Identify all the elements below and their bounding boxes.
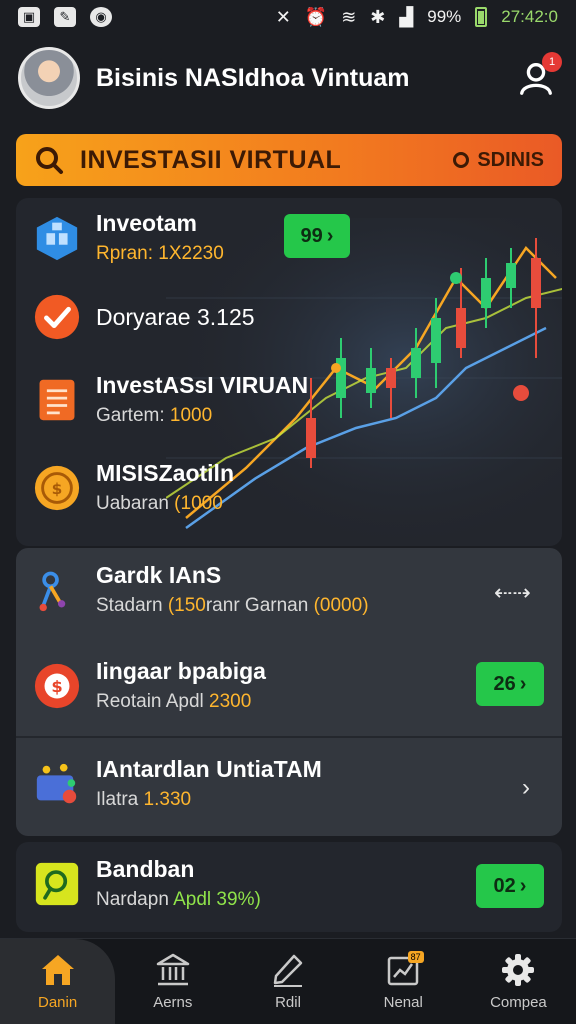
check-circle-icon [32, 292, 82, 342]
tools-icon [32, 565, 82, 615]
activity-card: Gardk IAnS Stadarn (150ranr Garnan (0000… [16, 548, 562, 836]
item-title: Bandban [96, 856, 195, 882]
item-title: Doryarae 3.125 [96, 303, 255, 330]
document-icon [32, 375, 82, 425]
bank-icon [156, 953, 190, 986]
nav-label: Compea [490, 994, 547, 1011]
coin-icon: $ [32, 463, 82, 513]
profile-button[interactable]: 1 [514, 52, 562, 100]
money-gear-icon: $ [32, 661, 82, 711]
svg-text:$: $ [51, 676, 62, 695]
item-subtitle: Reotain Apdl 2300 [96, 691, 252, 712]
list-item[interactable]: Gardk IAnS Stadarn (150ranr Garnan (0000… [16, 562, 562, 617]
divider [16, 736, 562, 738]
item-subtitle: Rpran: 1X2230 [96, 243, 224, 264]
item-title: IAntardlan UntiaTAM [96, 756, 322, 782]
notification-badge: 1 [542, 52, 562, 72]
filter-icon [453, 152, 470, 168]
gear-icon [502, 954, 535, 986]
nav-item-nenal[interactable]: 87 Nenal [346, 939, 461, 1024]
nav-item-rdil[interactable]: Rdil [230, 939, 345, 1024]
status-left-icons: ▣ ✎ ◉ [18, 7, 112, 27]
search-banner[interactable]: INVESTASII VIRTUAL SDINIS [16, 134, 562, 186]
list-item[interactable]: Doryarae 3.125 [16, 292, 562, 342]
item-subtitle: Gartem: 1000 [96, 405, 213, 426]
nav-item-aerns[interactable]: Aerns [115, 939, 230, 1024]
nfc-icon: ✕ [275, 6, 291, 27]
pen-icon [273, 954, 303, 987]
vibrate-icon: ✱ [370, 6, 386, 27]
value-pill-button[interactable]: 26 › [476, 662, 544, 706]
battery-percent: 99% [427, 7, 462, 26]
wallet-icon [32, 759, 82, 809]
investment-card: Inveotam Rpran: 1X2230 99 › Doryarae 3.12… [16, 198, 562, 546]
wifi-icon: ≋ [341, 6, 357, 27]
nav-label: Danin [38, 994, 78, 1011]
bottom-nav: Danin Aerns Rdil 87 Nenal Compea [0, 938, 576, 1024]
list-item[interactable]: IAntardlan UntiaTAM Ilatra 1.330 [16, 756, 562, 811]
item-title: Gardk IAnS [96, 562, 222, 588]
chevron-right-icon: › [519, 672, 527, 695]
status-time: 27:42:0 [501, 7, 558, 26]
list-item[interactable]: InvestASsI VIRUAN Gartem: 1000 [16, 372, 562, 427]
item-title: MISISZaotiln [96, 460, 234, 486]
value-pill-button[interactable]: 99 › [284, 214, 350, 258]
chevron-right-icon: › [326, 224, 334, 247]
battery-icon [475, 7, 488, 27]
banner-right-label: SDINIS [477, 148, 544, 171]
nav-item-home[interactable]: Danin [0, 939, 116, 1024]
app-header: Bisinis NASIdhoa Vintuam 1 [0, 40, 576, 116]
nav-label: Aerns [153, 994, 193, 1011]
nav-item-compea[interactable]: Compea [461, 939, 576, 1024]
avatar[interactable] [18, 47, 80, 109]
alarm-icon: ⏰ [304, 6, 328, 27]
banner-filter[interactable]: SDINIS [453, 149, 544, 172]
chevron-right-icon[interactable]: › [522, 774, 530, 802]
item-title: InvestASsI VIRUAN [96, 372, 309, 398]
blocks-icon [32, 213, 82, 263]
nav-label: Rdil [275, 994, 301, 1011]
search-icon [36, 147, 63, 174]
location-pin-icon [32, 859, 82, 909]
summary-card: Bandban Nardapn Apdl 39%) 02 › [16, 842, 562, 932]
item-subtitle: Stadarn (150ranr Garnan (0000) [96, 595, 369, 616]
banner-title: INVESTASII VIRTUAL [80, 145, 342, 174]
chevron-right-icon: › [519, 874, 527, 897]
value-pill-button[interactable]: 02 › [476, 864, 544, 908]
home-icon [41, 955, 74, 985]
svg-text:$: $ [52, 479, 63, 497]
swap-arrows-icon[interactable]: ⇠⇢ [494, 580, 531, 606]
nav-badge: 87 [407, 951, 424, 963]
nav-label: Nenal [383, 994, 423, 1011]
item-title: Iingaar bpabiga [96, 658, 266, 684]
item-subtitle: Ilatra 1.330 [96, 789, 192, 810]
messenger-icon: ◉ [90, 7, 112, 27]
list-item[interactable]: $ MISISZaotiln Uabaran (1000 [16, 460, 562, 515]
status-right-icons: ✕ ⏰ ≋ ✱ ▟ 99% 27:42:0 [276, 7, 558, 28]
signal-icon: ▟ [399, 6, 414, 27]
edit-app-icon: ✎ [54, 7, 76, 27]
status-bar: ▣ ✎ ◉ ✕ ⏰ ≋ ✱ ▟ 99% 27:42:0 [0, 0, 576, 34]
item-subtitle: Nardapn Apdl 39%) [96, 889, 261, 910]
item-subtitle: Uabaran (1000 [96, 493, 223, 514]
page-title: Bisinis NASIdhoa Vintuam [96, 63, 410, 92]
gallery-icon: ▣ [18, 7, 40, 27]
app-screen: ▣ ✎ ◉ ✕ ⏰ ≋ ✱ ▟ 99% 27:42:0 Bisinis NASI… [0, 0, 576, 1024]
item-title: Inveotam [96, 210, 197, 236]
